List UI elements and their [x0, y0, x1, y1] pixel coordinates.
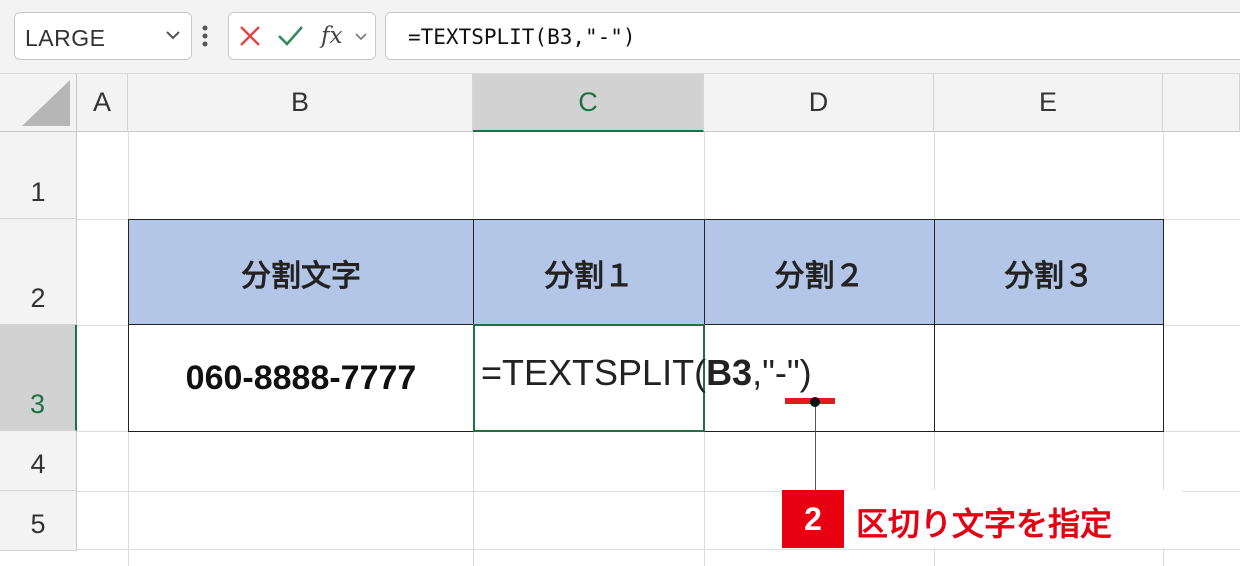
cell-d2-header[interactable]: 分割２ — [704, 219, 935, 326]
row-header-2[interactable]: 2 — [0, 219, 77, 325]
source-value: 060-8888-7777 — [185, 358, 417, 397]
column-header-e[interactable]: E — [934, 74, 1163, 132]
callout-number-badge: 2 — [782, 490, 844, 548]
select-all-corner[interactable] — [0, 74, 77, 132]
column-header-a[interactable]: A — [77, 74, 128, 132]
column-header-next[interactable] — [1163, 74, 1240, 132]
column-header-b[interactable]: B — [128, 74, 473, 132]
cell-e2-header[interactable]: 分割３ — [934, 219, 1164, 326]
select-all-triangle-icon — [22, 80, 70, 126]
formula-bar: LARGE fx =TEXTSPLIT(B3,"-") — [0, 0, 1240, 74]
grid-line — [77, 549, 1240, 550]
formula-buttons: fx — [228, 12, 376, 60]
formula-rest: ,"-") — [752, 352, 812, 393]
cell-c2-header[interactable]: 分割１ — [473, 219, 705, 326]
callout-leader-line — [815, 402, 816, 492]
column-header-d[interactable]: D — [704, 74, 934, 132]
name-box-value: LARGE — [25, 25, 106, 51]
column-header-c[interactable]: C — [473, 74, 704, 132]
row-header-1[interactable]: 1 — [0, 132, 77, 219]
callout-text: 区切り文字を指定 — [856, 506, 1113, 542]
name-box[interactable]: LARGE — [14, 12, 192, 60]
callout-label: 2 区切り文字を指定 — [782, 490, 1182, 548]
formula-ref: B3 — [706, 352, 753, 393]
row-header-5[interactable]: 5 — [0, 491, 77, 551]
formula-prefix: =TEXTSPLIT( — [481, 352, 707, 393]
cell-formula-text: =TEXTSPLIT(B3,"-") — [481, 352, 812, 394]
enter-check-icon[interactable] — [275, 21, 305, 51]
cell-b2-header[interactable]: 分割文字 — [128, 219, 474, 326]
cell-b3[interactable]: 060-8888-7777 — [128, 324, 474, 432]
formula-text: =TEXTSPLIT(B3,"-") — [408, 25, 636, 49]
more-options-icon[interactable] — [201, 22, 209, 50]
cancel-icon[interactable] — [235, 21, 265, 51]
row-header-3[interactable]: 3 — [0, 325, 77, 431]
row-header-4[interactable]: 4 — [0, 431, 77, 491]
formula-input[interactable]: =TEXTSPLIT(B3,"-") — [385, 12, 1240, 60]
callout-dot — [810, 397, 820, 407]
chevron-down-icon[interactable] — [163, 25, 183, 45]
chevron-down-icon[interactable] — [353, 29, 369, 45]
cell-e3[interactable] — [934, 324, 1164, 432]
insert-function-button[interactable]: fx — [321, 23, 342, 49]
